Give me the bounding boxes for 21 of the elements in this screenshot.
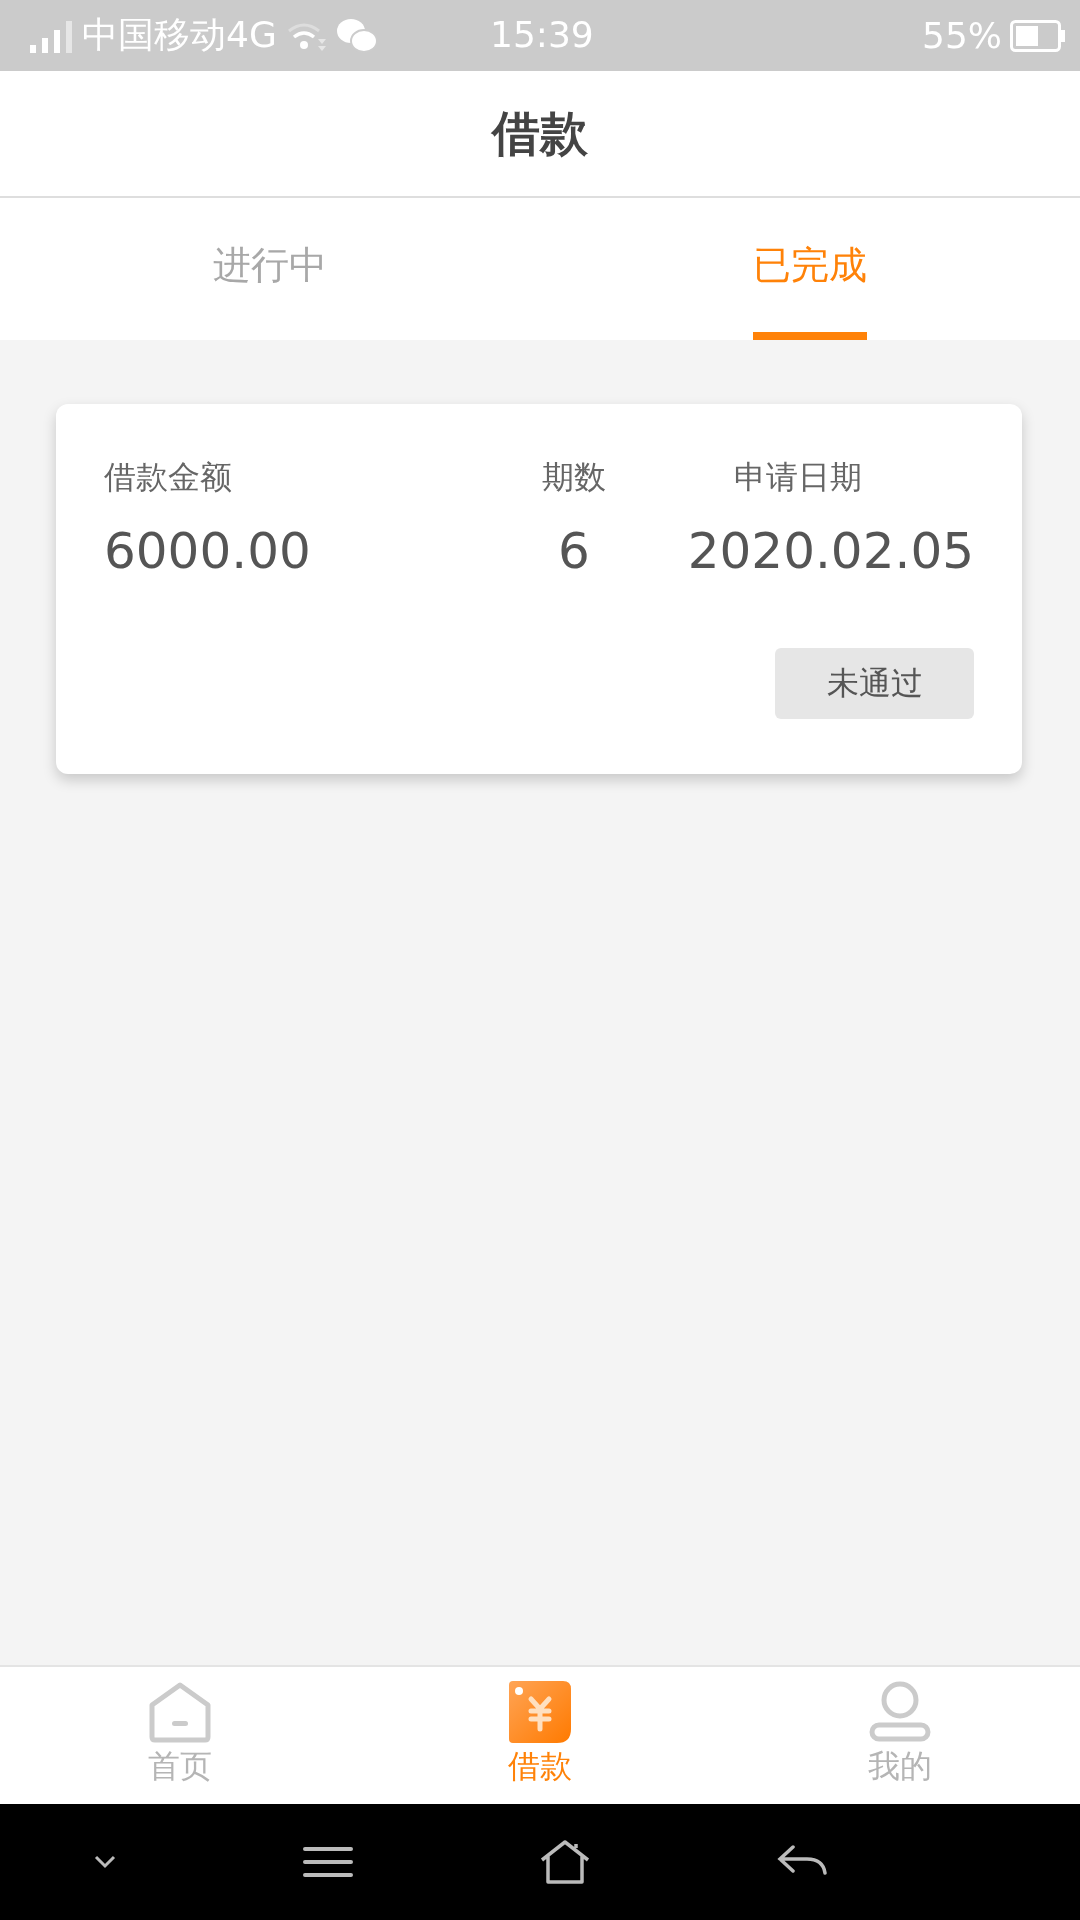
nav-tab[interactable]: 首页: [80, 1667, 280, 1804]
field-value: 6: [558, 522, 590, 580]
tab[interactable]: 已完成: [753, 198, 867, 340]
field-value: 6000.00: [104, 522, 312, 580]
page-title: 借款: [492, 103, 588, 163]
status-button[interactable]: 未通过: [775, 648, 974, 719]
yuan-tag-icon: [509, 1681, 571, 1743]
battery-icon: [1010, 19, 1066, 52]
nav-tab[interactable]: 我的: [800, 1667, 1000, 1804]
field-label: 申请日期: [734, 457, 862, 498]
home-icon: [148, 1681, 212, 1743]
tab[interactable]: 进行中: [213, 198, 327, 340]
field-value: 2020.02.05: [687, 522, 974, 580]
nav-tab[interactable]: 借款: [440, 1667, 640, 1804]
signal-icon: [28, 18, 74, 53]
menu-icon[interactable]: [302, 1846, 353, 1878]
user-icon: [869, 1681, 931, 1743]
field-label: 借款金额: [104, 457, 233, 498]
home-icon[interactable]: [539, 1840, 590, 1884]
field-label: 期数: [542, 457, 606, 498]
chevron-down-icon[interactable]: [93, 1855, 116, 1869]
